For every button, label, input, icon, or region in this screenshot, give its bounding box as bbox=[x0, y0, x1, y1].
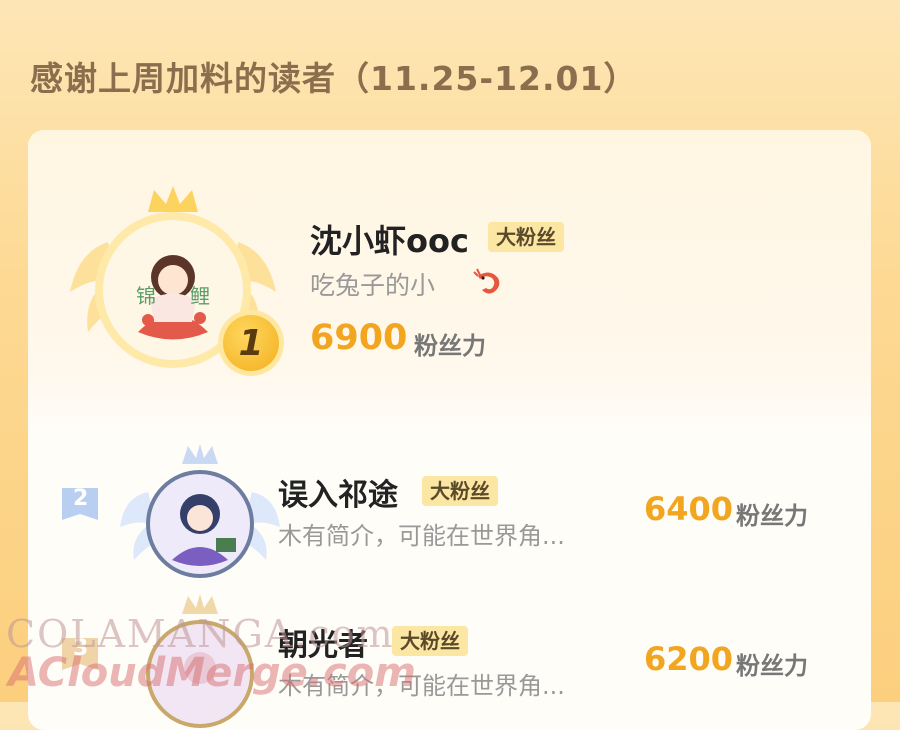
rank-1-medal: 1 bbox=[218, 310, 284, 376]
fan-level-badge: 大粉丝 bbox=[422, 476, 498, 506]
fan-power-label: 粉丝力 bbox=[736, 502, 808, 530]
reader-name[interactable]: 沈小虾ooc bbox=[310, 216, 469, 262]
rank-2-number: 2 bbox=[73, 486, 89, 511]
reader-bio: 吃兔子的小 bbox=[310, 271, 436, 300]
rank-1-number: 1 bbox=[238, 322, 264, 364]
fan-power-score: 6400 bbox=[644, 490, 734, 528]
leaderboard-row-1[interactable]: 锦 鲤 1 沈小虾ooc 大粉丝 吃兔子的小 6900 粉丝力 bbox=[28, 130, 871, 430]
avatar-1[interactable]: 锦 鲤 1 bbox=[68, 182, 284, 376]
fan-power-score: 6200 bbox=[644, 640, 734, 678]
avatar-text-left: 锦 bbox=[136, 284, 156, 308]
leaderboard-row-2[interactable]: 2 误入祁途 大粉丝 木有简介，可能在世界角... 6400 粉丝力 bbox=[28, 430, 871, 580]
avatar-2[interactable] bbox=[120, 442, 280, 582]
fan-power-score: 6900 bbox=[310, 318, 408, 358]
reader-bio: 木有简介，可能在世界角... bbox=[278, 522, 565, 550]
shrimp-icon bbox=[473, 268, 500, 294]
avatar-text-right: 鲤 bbox=[190, 284, 210, 308]
avatar-frame-icon bbox=[120, 444, 280, 578]
fan-power-label: 粉丝力 bbox=[736, 652, 808, 680]
fan-level-badge: 大粉丝 bbox=[488, 222, 564, 252]
reader-name[interactable]: 误入祁途 bbox=[278, 470, 398, 514]
fan-power-label: 粉丝力 bbox=[414, 332, 486, 360]
page-title: 感谢上周加料的读者（11.25-12.01） bbox=[30, 59, 638, 98]
watermark-acloudmerge: ACloudMerge.com bbox=[8, 650, 416, 696]
